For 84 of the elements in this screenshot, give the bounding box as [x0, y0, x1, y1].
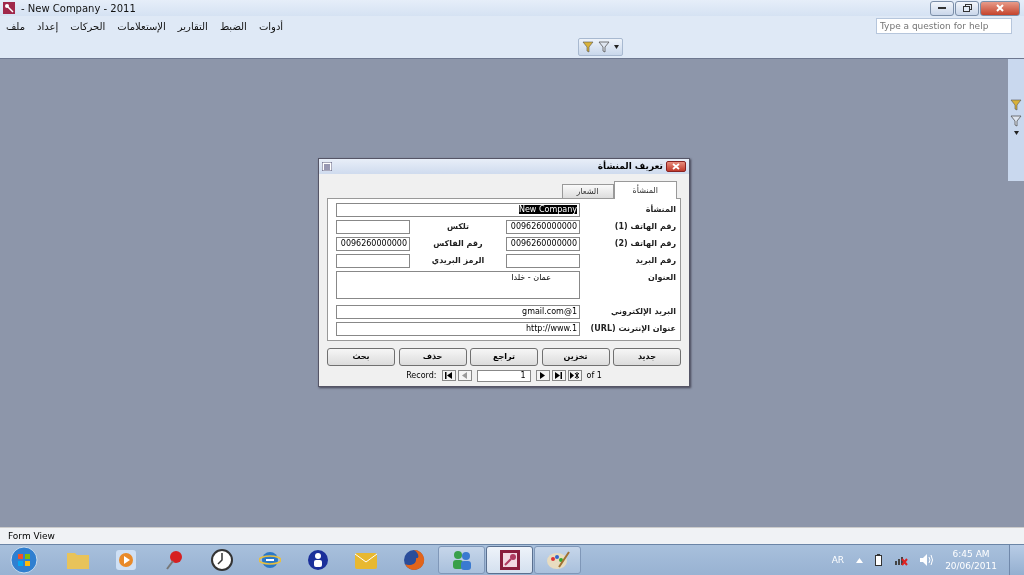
- text-field[interactable]: [336, 253, 410, 268]
- status-text: Form View: [8, 531, 55, 541]
- record-label: Record:: [406, 371, 437, 380]
- browser-icon: [258, 549, 281, 571]
- last-record-button[interactable]: [551, 370, 566, 381]
- key-icon: [498, 549, 521, 571]
- clock-icon: [210, 549, 233, 571]
- text-field[interactable]: عمان - خلدا: [336, 270, 580, 299]
- form-button[interactable]: تخزين: [541, 347, 610, 366]
- close-button[interactable]: [980, 0, 1020, 16]
- menu-item[interactable]: ملف: [6, 20, 26, 32]
- minimize-icon: [938, 6, 946, 10]
- close-icon: [996, 4, 1004, 12]
- taskbar-button[interactable]: [486, 546, 533, 574]
- form-title: تعريف المنشأة: [597, 161, 663, 171]
- previous-icon: [462, 372, 467, 379]
- battery-icon[interactable]: [875, 554, 883, 566]
- field-label: المنشأة: [644, 203, 676, 216]
- field-label: العنوان: [646, 271, 676, 284]
- menu-item[interactable]: الحركات: [70, 20, 106, 32]
- text-field[interactable]: 0096260000000: [506, 236, 580, 251]
- field-label: الرمز البريدي: [430, 254, 486, 267]
- form-menu-icon[interactable]: [322, 161, 332, 171]
- window-title: - New Company - 2011: [21, 2, 136, 14]
- network-error-icon[interactable]: [894, 554, 909, 566]
- last-icon: [555, 372, 562, 379]
- tab[interactable]: المنشأة: [613, 180, 677, 199]
- field-label: رقم البريد: [634, 254, 676, 267]
- speaker-icon[interactable]: [920, 554, 934, 566]
- text-field[interactable]: gmail.com@1: [336, 304, 580, 319]
- menu-item[interactable]: الضبط: [219, 20, 247, 32]
- tab[interactable]: الشعار: [561, 183, 614, 198]
- folder-icon: [65, 550, 90, 570]
- text-field[interactable]: 0096260000000: [506, 219, 580, 234]
- field-label: رقم الهاتف (2): [613, 237, 676, 250]
- form-button[interactable]: تراجع: [470, 347, 538, 366]
- field-label: رقم الهاتف (1): [613, 220, 676, 233]
- restore-button[interactable]: [955, 0, 979, 16]
- show-hidden-icons-icon[interactable]: [856, 557, 864, 563]
- text-field[interactable]: New Company: [336, 202, 580, 217]
- clock-time: 6:45 AM: [952, 548, 990, 560]
- next-icon: [540, 372, 545, 379]
- text-field[interactable]: http://www.1: [336, 321, 580, 336]
- field-label: تلكس: [445, 220, 471, 233]
- minimize-button[interactable]: [930, 0, 954, 16]
- form-button[interactable]: حذف: [398, 347, 467, 366]
- first-icon: [445, 372, 452, 379]
- field-label: البريد الإلكتروني: [609, 305, 676, 318]
- menu-item[interactable]: أدوات: [258, 20, 284, 32]
- close-button[interactable]: [666, 160, 686, 172]
- filter-icon[interactable]: [1010, 115, 1022, 127]
- form-button[interactable]: بحث: [327, 347, 395, 366]
- record-total: of 1: [586, 371, 602, 380]
- text-field[interactable]: [336, 219, 410, 234]
- palette-icon: [545, 549, 570, 571]
- restore-icon: [962, 4, 972, 12]
- envelope-icon: [353, 550, 378, 570]
- clock-date: 20/06/2011: [945, 560, 997, 572]
- menu-item[interactable]: الإستعلامات: [117, 20, 166, 32]
- first-record-button[interactable]: [441, 370, 456, 381]
- close-icon: [672, 162, 680, 170]
- dropdown-icon[interactable]: [1013, 131, 1019, 135]
- text-field[interactable]: [506, 253, 580, 268]
- filter-icon[interactable]: [1010, 99, 1022, 111]
- form-button[interactable]: جديد: [613, 347, 681, 366]
- text-field[interactable]: 0096260000000: [336, 236, 410, 251]
- new-record-icon: [570, 372, 579, 379]
- user-icon: [306, 549, 329, 571]
- pushpin-icon: [163, 549, 184, 571]
- globe-icon: [402, 549, 425, 571]
- record-number-field[interactable]: 1: [476, 369, 531, 382]
- show-desktop-button[interactable]: [1009, 545, 1024, 575]
- menu-item[interactable]: إعداد: [37, 20, 59, 32]
- key-icon: [3, 2, 15, 14]
- help-search-field[interactable]: Type a question for help: [876, 18, 1012, 34]
- filter-icon[interactable]: [581, 41, 594, 53]
- windows-logo-icon: [10, 546, 38, 574]
- field-label: رقم الفاكس: [432, 237, 484, 250]
- play-icon: [114, 549, 137, 571]
- next-record-button[interactable]: [535, 370, 550, 381]
- new-record-button[interactable]: [567, 370, 582, 381]
- field-label: عنوان الإنترنت (URL): [589, 322, 676, 335]
- menu-item[interactable]: التقارير: [177, 20, 208, 32]
- dropdown-icon[interactable]: [613, 45, 619, 49]
